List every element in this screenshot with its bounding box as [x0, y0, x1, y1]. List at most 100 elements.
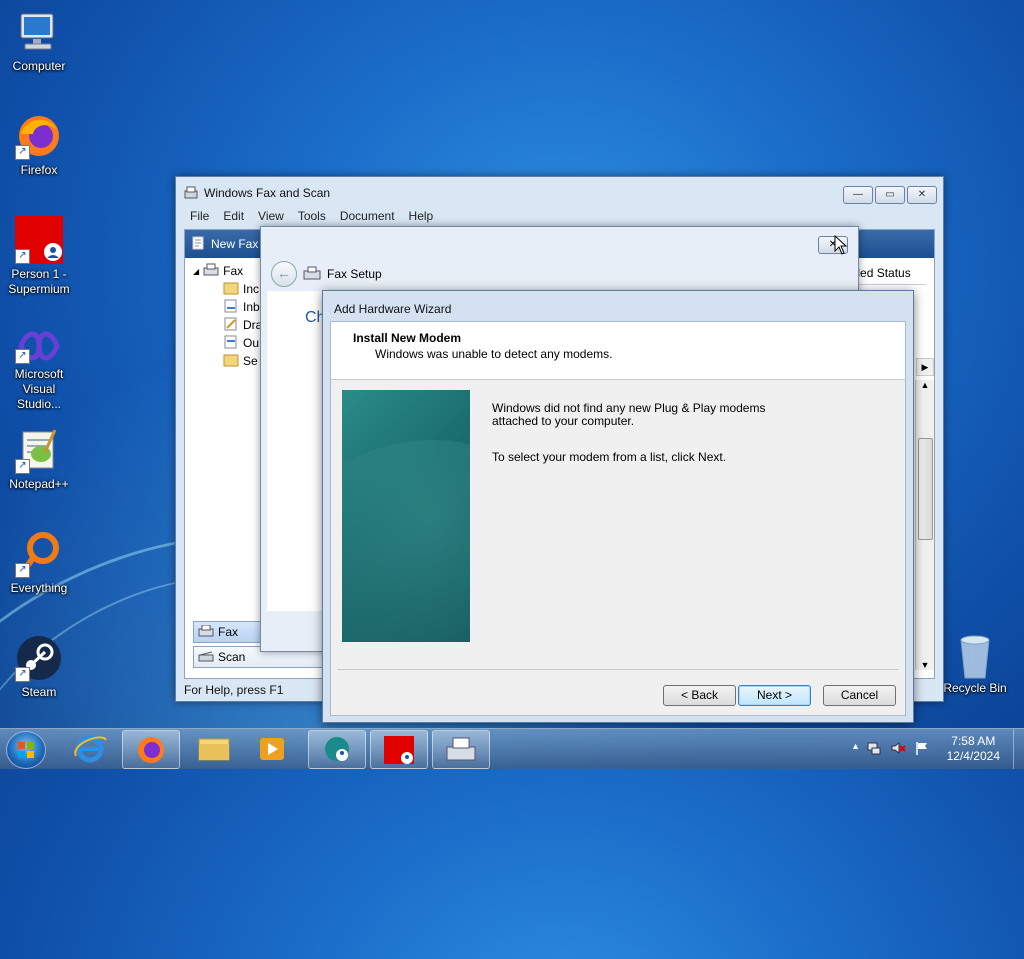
title-bar[interactable]: Windows Fax and Scan — ▭ ✕: [176, 177, 943, 209]
desktop-icon-label: Everything: [10, 581, 68, 595]
action-center-flag-icon[interactable]: [914, 740, 930, 759]
scanner-icon: [198, 650, 214, 665]
taskbar-supermium[interactable]: [370, 730, 428, 769]
cancel-button[interactable]: Cancel: [823, 685, 896, 706]
menu-file[interactable]: File: [190, 209, 209, 227]
close-button[interactable]: ✕: [907, 186, 937, 204]
desktop-icon-steam[interactable]: ↗ Steam: [0, 634, 78, 700]
network-icon[interactable]: [866, 740, 882, 759]
desktop-icon-computer[interactable]: Computer: [0, 8, 78, 74]
media-player-icon: [260, 738, 284, 760]
status-bar: For Help, press F1: [184, 683, 284, 697]
notepadpp-icon: ↗: [15, 426, 63, 474]
scrollbar-thumb[interactable]: [918, 438, 933, 540]
new-fax-icon: [191, 236, 205, 253]
taskbar-internet-explorer[interactable]: [62, 730, 118, 767]
wizard-instruction: To select your modem from a list, click …: [492, 450, 727, 464]
everything-search-icon: ↗: [15, 530, 63, 578]
back-arrow-icon[interactable]: ←: [271, 261, 297, 287]
volume-muted-icon[interactable]: [890, 740, 906, 759]
desktop-icon-recycle-bin[interactable]: Recycle Bin: [936, 630, 1014, 696]
wizard-heading: Install New Modem: [353, 331, 462, 345]
new-fax-button[interactable]: New Fax: [211, 237, 258, 251]
dialog-title: Add Hardware Wizard: [334, 302, 452, 316]
desktop-icon-label: Firefox: [20, 163, 58, 177]
next-button[interactable]: Next >: [738, 685, 811, 706]
tree-label: Se: [243, 354, 258, 368]
desktop-icon-visual-studio[interactable]: ↗ Microsoft Visual Studio...: [0, 328, 78, 412]
shortcut-arrow-icon: ↗: [15, 349, 30, 364]
folder-icon: [223, 353, 239, 370]
shortcut-arrow-icon: ↗: [15, 145, 30, 160]
tab-label: Fax: [218, 625, 239, 639]
menu-document[interactable]: Document: [340, 209, 395, 227]
start-button[interactable]: [6, 731, 46, 769]
tree-label: Fax: [223, 264, 244, 278]
tree-label: Inc: [243, 282, 260, 296]
menu-edit[interactable]: Edit: [223, 209, 244, 227]
outbox-icon: [223, 335, 239, 352]
clock[interactable]: 7:58 AM 12/4/2024: [947, 734, 1000, 764]
clock-time: 7:58 AM: [951, 734, 996, 748]
dialog-title: Fax Setup: [327, 267, 382, 281]
desktop-icon-label: Microsoft Visual Studio...: [14, 367, 64, 411]
taskbar: ▲ 7:58 AM 12/4/2024: [0, 728, 1024, 769]
desktop-icon-label: Computer: [12, 59, 66, 73]
back-button[interactable]: < Back: [663, 685, 736, 706]
supermium-profile-icon: ↗: [15, 216, 63, 264]
desktop-icon-supermium[interactable]: ↗ Person 1 - Supermium: [0, 216, 78, 297]
windows-logo-icon: [18, 742, 34, 758]
collapse-arrow-icon: ◢: [193, 266, 200, 276]
folder-icon: [198, 738, 230, 761]
steam-icon: ↗: [15, 634, 63, 682]
desktop-icon-label: Person 1 - Supermium: [8, 267, 70, 296]
taskbar-fax-and-scan[interactable]: [432, 730, 490, 769]
show-desktop-button[interactable]: [1013, 729, 1024, 769]
menu-view[interactable]: View: [258, 209, 284, 227]
taskbar-media-player[interactable]: [244, 730, 300, 767]
desktop-icon-firefox[interactable]: ↗ Firefox: [0, 112, 78, 178]
folder-icon: [223, 281, 239, 298]
window-title: Windows Fax and Scan: [204, 186, 331, 200]
maximize-button[interactable]: ▭: [875, 186, 905, 204]
desktop-icon-everything[interactable]: ↗ Everything: [0, 530, 78, 596]
minimize-button[interactable]: —: [843, 186, 873, 204]
mouse-cursor-icon: [834, 234, 848, 258]
taskbar-network-app[interactable]: [308, 730, 366, 769]
menu-bar: File Edit View Tools Document Help: [182, 209, 937, 227]
tab-label: Scan: [218, 650, 246, 664]
wizard-header: Install New Modem Windows was unable to …: [331, 322, 905, 380]
scroll-up-icon[interactable]: ▲: [916, 380, 934, 390]
scroll-down-icon[interactable]: ▼: [916, 660, 934, 670]
show-hidden-icons-button[interactable]: ▲: [851, 741, 860, 751]
tree-label: Inb: [243, 300, 260, 314]
wizard-message-line: attached to your computer.: [492, 414, 635, 428]
recycle-bin-icon: [951, 630, 999, 679]
wizard-subheading: Windows was unable to detect any modems.: [375, 347, 613, 361]
tree-label: Ou: [243, 336, 260, 350]
menu-help[interactable]: Help: [409, 209, 434, 227]
clock-date: 12/4/2024: [946, 749, 1000, 763]
computer-icon: [15, 8, 63, 56]
fax-device-icon: [203, 263, 219, 280]
menu-tools[interactable]: Tools: [298, 209, 326, 227]
wizard-banner-image: [342, 390, 470, 642]
add-hardware-wizard: Add Hardware Wizard Install New Modem Wi…: [322, 290, 914, 723]
fax-printer-icon: [446, 737, 476, 761]
fax-app-icon: [184, 186, 198, 203]
fax-icon: [198, 624, 214, 640]
taskbar-explorer[interactable]: [186, 730, 242, 767]
inbox-icon: [223, 299, 239, 316]
vertical-scrollbar[interactable]: ▲ ▼: [915, 380, 934, 670]
shortcut-arrow-icon: ↗: [15, 249, 30, 264]
scroll-right-button[interactable]: ▶: [916, 358, 934, 376]
desktop-icon-label: Notepad++: [9, 477, 69, 491]
visual-studio-icon: ↗: [15, 328, 63, 364]
internet-explorer-icon: [74, 735, 107, 763]
shortcut-arrow-icon: ↗: [15, 459, 30, 474]
drafts-icon: [223, 317, 239, 334]
desktop-icon-notepadpp[interactable]: ↗ Notepad++: [0, 426, 78, 492]
fax-device-icon: [303, 266, 321, 283]
taskbar-firefox[interactable]: [122, 730, 180, 769]
desktop-icon-label: Steam: [21, 685, 57, 699]
